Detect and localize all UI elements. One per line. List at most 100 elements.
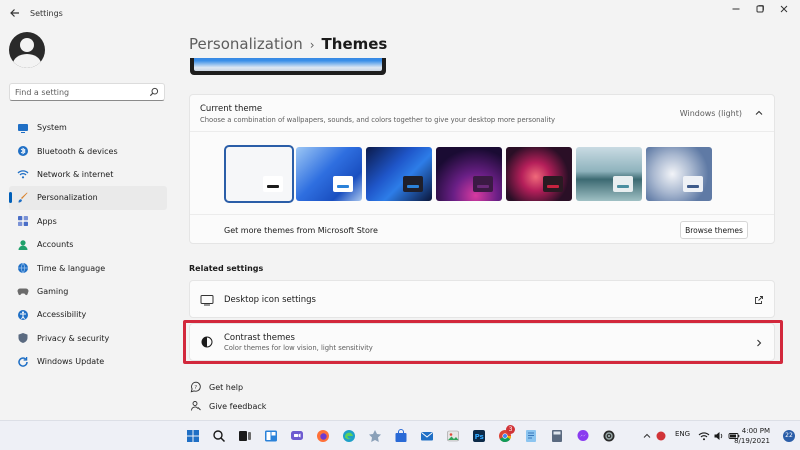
person-icon: [18, 239, 28, 250]
theme-thumbnail[interactable]: [366, 147, 432, 201]
chevron-up-icon[interactable]: [754, 108, 764, 118]
sidebar-item-label: Time & language: [37, 263, 106, 273]
sidebar-item-apps[interactable]: Apps: [9, 210, 167, 233]
sidebar-item-gaming[interactable]: Gaming: [9, 280, 167, 303]
theme-thumbnail[interactable]: [296, 147, 362, 201]
theme-taskbar-preview: [333, 176, 353, 192]
search-icon[interactable]: [149, 87, 159, 97]
app-icon[interactable]: [368, 429, 382, 443]
search-box[interactable]: [9, 83, 165, 101]
sidebar-item-label: System: [37, 123, 67, 133]
give-feedback-row[interactable]: Give feedback: [190, 399, 266, 413]
shield-icon: [18, 333, 28, 344]
photos-icon[interactable]: [446, 429, 460, 443]
close-icon: [780, 5, 788, 13]
settings-gear-icon[interactable]: [602, 429, 616, 443]
browse-themes-button[interactable]: Browse themes: [680, 221, 748, 239]
current-theme-value: Windows (light): [679, 109, 742, 118]
notepad-icon[interactable]: [524, 429, 538, 443]
divider: [190, 214, 774, 215]
tray-app-icon[interactable]: [656, 431, 666, 441]
store-text: Get more themes from Microsoft Store: [224, 226, 378, 235]
current-theme-title: Current theme: [200, 104, 263, 114]
maximize-icon: [756, 5, 764, 13]
preview-screen: [194, 58, 382, 71]
sidebar-item-personalization[interactable]: Personalization: [9, 186, 167, 210]
avatar-head: [20, 38, 34, 52]
brush-icon: [18, 192, 28, 203]
close-button[interactable]: [776, 4, 792, 20]
calculator-icon[interactable]: [550, 429, 564, 443]
sidebar-item-privacy[interactable]: Privacy & security: [9, 327, 167, 350]
search-icon[interactable]: [212, 429, 226, 443]
monitor-outline-icon: [200, 295, 214, 306]
photoshop-icon[interactable]: Ps: [472, 429, 486, 443]
store-icon[interactable]: [394, 429, 408, 443]
sidebar-item-label: Gaming: [37, 286, 69, 296]
clock-time: 4:00 PM: [741, 427, 770, 435]
language-indicator[interactable]: ENG: [675, 430, 690, 438]
sidebar-item-bluetooth[interactable]: Bluetooth & devices: [9, 139, 167, 162]
mail-icon[interactable]: [420, 429, 434, 443]
sidebar-item-accounts[interactable]: Accounts: [9, 233, 167, 256]
monitor-icon: [18, 123, 28, 133]
volume-icon[interactable]: [713, 430, 725, 442]
back-button[interactable]: [8, 7, 22, 21]
desktop-icon-settings-row[interactable]: Desktop icon settings: [189, 280, 775, 318]
sidebar-item-label: Accounts: [37, 240, 74, 250]
gamepad-icon: [17, 288, 29, 296]
theme-taskbar-preview: [683, 176, 703, 192]
chat-icon[interactable]: [290, 429, 304, 443]
breadcrumb-parent[interactable]: Personalization: [189, 35, 303, 53]
globe-clock-icon: [18, 262, 28, 274]
chevron-up-icon[interactable]: [642, 431, 652, 441]
maximize-button[interactable]: [752, 4, 768, 20]
sidebar-item-windows-update[interactable]: Windows Update: [9, 350, 167, 373]
breadcrumb: Personalization › Themes: [189, 35, 387, 53]
notification-center-badge[interactable]: 22: [783, 430, 795, 442]
messenger-icon[interactable]: [576, 429, 590, 443]
arrow-left-icon: [10, 9, 19, 17]
theme-preview-image: [190, 58, 386, 76]
theme-thumbnail[interactable]: [646, 147, 712, 201]
give-feedback-link[interactable]: Give feedback: [209, 402, 266, 411]
external-link-icon: [755, 296, 763, 304]
search-input[interactable]: [15, 86, 145, 98]
avatar[interactable]: [9, 32, 45, 68]
wifi-icon[interactable]: [698, 430, 710, 442]
widgets-icon[interactable]: [264, 429, 278, 443]
minimize-button[interactable]: [728, 4, 744, 20]
edge-icon[interactable]: [342, 429, 356, 443]
theme-thumbnail[interactable]: [436, 147, 502, 201]
theme-taskbar-preview: [263, 176, 283, 192]
current-theme-description: Choose a combination of wallpapers, soun…: [200, 116, 556, 124]
theme-taskbar-preview: [543, 176, 563, 192]
sidebar-item-accessibility[interactable]: Accessibility: [9, 303, 167, 326]
sidebar-item-label: Windows Update: [37, 357, 105, 367]
sidebar-item-label: Apps: [37, 216, 57, 226]
apps-icon: [18, 216, 28, 227]
task-view-icon[interactable]: [238, 429, 252, 443]
bluetooth-icon: [18, 146, 28, 157]
minimize-icon: [732, 8, 740, 10]
firefox-icon[interactable]: [316, 429, 330, 443]
notification-badge: 3: [506, 425, 515, 434]
divider: [190, 131, 774, 132]
desktop-icon-settings-label: Desktop icon settings: [224, 295, 316, 305]
theme-thumbnail[interactable]: [224, 145, 294, 203]
sidebar-item-network[interactable]: Network & internet: [9, 163, 167, 186]
windows-start-icon[interactable]: [186, 429, 200, 443]
related-settings-title: Related settings: [189, 264, 264, 273]
sidebar-item-time-language[interactable]: Time & language: [9, 256, 167, 279]
get-help-row[interactable]: ? Get help: [190, 380, 243, 394]
clock[interactable]: 4:00 PM 8/19/2021: [734, 426, 770, 446]
clock-date: 8/19/2021: [734, 437, 770, 445]
page-title: Themes: [321, 35, 388, 53]
breadcrumb-separator: ›: [309, 38, 315, 52]
sidebar-item-system[interactable]: System: [9, 116, 167, 139]
get-help-link[interactable]: Get help: [209, 383, 243, 392]
theme-thumbnail[interactable]: [506, 147, 572, 201]
wifi-icon: [17, 170, 29, 179]
theme-thumbnail[interactable]: [576, 147, 642, 201]
app-title: Settings: [30, 9, 63, 18]
